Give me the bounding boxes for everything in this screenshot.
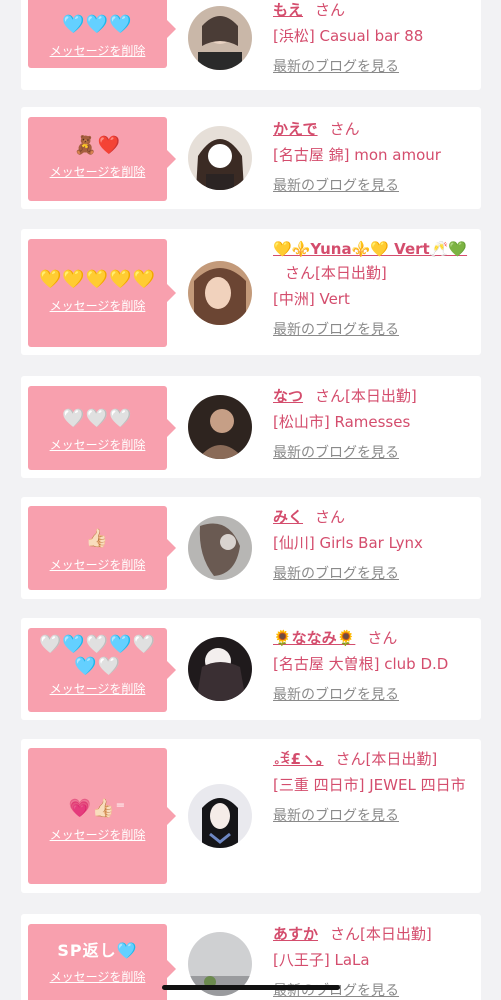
- delete-message-link[interactable]: メッセージを削除: [50, 436, 146, 453]
- list-item: 🩵🩵🩵 メッセージを削除 もえ さん [浜松] Casual bar 88 最新の…: [21, 0, 481, 90]
- latest-blog-link[interactable]: 最新のブログを見る: [273, 563, 399, 583]
- message-emoji: 🩵🩵🩵: [62, 14, 133, 35]
- honorific: さん: [315, 1, 346, 19]
- honorific: さん: [315, 508, 346, 526]
- message-emoji: 💗👍🏻⁼: [68, 798, 127, 819]
- shop-label: [三重 四日市] JEWEL 四日市: [273, 776, 466, 794]
- conversation-list: 🩵🩵🩵 メッセージを削除 もえ さん [浜松] Casual bar 88 最新の…: [0, 0, 501, 1000]
- avatar[interactable]: [188, 784, 252, 848]
- delete-message-link[interactable]: メッセージを削除: [50, 163, 146, 180]
- latest-blog-link[interactable]: 最新のブログを見る: [273, 319, 399, 339]
- latest-blog-link[interactable]: 最新のブログを見る: [273, 56, 399, 76]
- shop-label: [仙川] Girls Bar Lynx: [273, 534, 423, 552]
- message-box: 💛💛💛💛💛 メッセージを削除: [28, 239, 176, 347]
- avatar[interactable]: [188, 395, 252, 459]
- shop-label: [八王子] LaLa: [273, 951, 370, 969]
- home-indicator: [162, 985, 340, 990]
- honorific: さん: [367, 629, 398, 647]
- honorific: さん[本日出勤]: [315, 387, 417, 405]
- shop-label: [松山市] Ramesses: [273, 413, 411, 431]
- delete-message-link[interactable]: メッセージを削除: [50, 826, 146, 843]
- user-name-link[interactable]: かえで: [273, 120, 318, 138]
- avatar[interactable]: [188, 6, 252, 70]
- latest-blog-link[interactable]: 最新のブログを見る: [273, 684, 399, 704]
- shop-label: [名古屋 大曽根] club D.D: [273, 655, 449, 673]
- user-name-link[interactable]: なつ: [273, 387, 303, 405]
- avatar[interactable]: [188, 261, 252, 325]
- latest-blog-link[interactable]: 最新のブログを見る: [273, 980, 399, 1000]
- avatar[interactable]: [188, 516, 252, 580]
- delete-message-link[interactable]: メッセージを削除: [50, 556, 146, 573]
- message-box: 🤍🤍🤍 メッセージを削除: [28, 386, 176, 470]
- list-item: 🤍🤍🤍 メッセージを削除 なつ さん[本日出勤] [松山市] Ramesses 最…: [21, 376, 481, 478]
- honorific: さん[本日出勤]: [330, 925, 432, 943]
- list-item: 🧸❤️ メッセージを削除 かえで さん [名古屋 錦] mon amour 最新の…: [21, 107, 481, 209]
- message-emoji: 💛💛💛💛💛: [38, 269, 157, 290]
- message-emoji: SP返し🩵: [57, 941, 138, 960]
- user-name-link[interactable]: 💛⚜️Yuna⚜️💛 Vert🥂💚: [273, 240, 467, 258]
- message-emoji: 🤍🩵🤍🩵🤍🩵🤍: [38, 634, 157, 677]
- latest-blog-link[interactable]: 最新のブログを見る: [273, 175, 399, 195]
- message-box: 🤍🩵🤍🩵🤍🩵🤍 メッセージを削除: [28, 628, 176, 712]
- honorific: さん[本日出勤]: [285, 264, 387, 282]
- list-item: 👍🏻 メッセージを削除 みく さん [仙川] Girls Bar Lynx 最新の…: [21, 497, 481, 599]
- honorific: さん[本日出勤]: [335, 750, 438, 768]
- message-box: 💗👍🏻⁼ メッセージを削除: [28, 748, 176, 884]
- latest-blog-link[interactable]: 最新のブログを見る: [273, 805, 399, 825]
- list-item: 💗👍🏻⁼ メッセージを削除 ｡ꉂ£ヽ｡ さん[本日出勤] [三重 四日市] JEW…: [21, 739, 481, 893]
- user-name-link[interactable]: みく: [273, 508, 303, 526]
- user-name-link[interactable]: もえ: [273, 1, 303, 19]
- message-box: SP返し🩵 メッセージを削除: [28, 924, 176, 1000]
- latest-blog-link[interactable]: 最新のブログを見る: [273, 442, 399, 462]
- delete-message-link[interactable]: メッセージを削除: [50, 680, 146, 697]
- delete-message-link[interactable]: メッセージを削除: [50, 42, 146, 59]
- user-name-link[interactable]: ｡ꉂ£ヽ｡: [273, 750, 324, 768]
- user-name-link[interactable]: 🌻ななみ🌻: [273, 629, 355, 647]
- message-box: 👍🏻 メッセージを削除: [28, 506, 176, 590]
- delete-message-link[interactable]: メッセージを削除: [50, 297, 146, 314]
- message-box: 🩵🩵🩵 メッセージを削除: [28, 0, 176, 68]
- list-item: 🤍🩵🤍🩵🤍🩵🤍 メッセージを削除 🌻ななみ🌻 さん [名古屋 大曽根] club …: [21, 618, 481, 720]
- user-name-link[interactable]: あすか: [273, 925, 318, 943]
- list-item: 💛💛💛💛💛 メッセージを削除 💛⚜️Yuna⚜️💛 Vert🥂💚 さん[本日出勤]…: [21, 229, 481, 355]
- message-emoji: 🤍🤍🤍: [62, 408, 133, 429]
- avatar[interactable]: [188, 126, 252, 190]
- message-emoji: 🧸❤️: [74, 135, 121, 156]
- honorific: さん: [329, 120, 360, 138]
- shop-label: [名古屋 錦] mon amour: [273, 146, 441, 164]
- message-emoji: 👍🏻: [85, 528, 110, 549]
- delete-message-link[interactable]: メッセージを削除: [50, 968, 146, 985]
- shop-label: [中洲] Vert: [273, 290, 350, 308]
- message-box: 🧸❤️ メッセージを削除: [28, 117, 176, 201]
- avatar[interactable]: [188, 637, 252, 701]
- shop-label: [浜松] Casual bar 88: [273, 27, 424, 45]
